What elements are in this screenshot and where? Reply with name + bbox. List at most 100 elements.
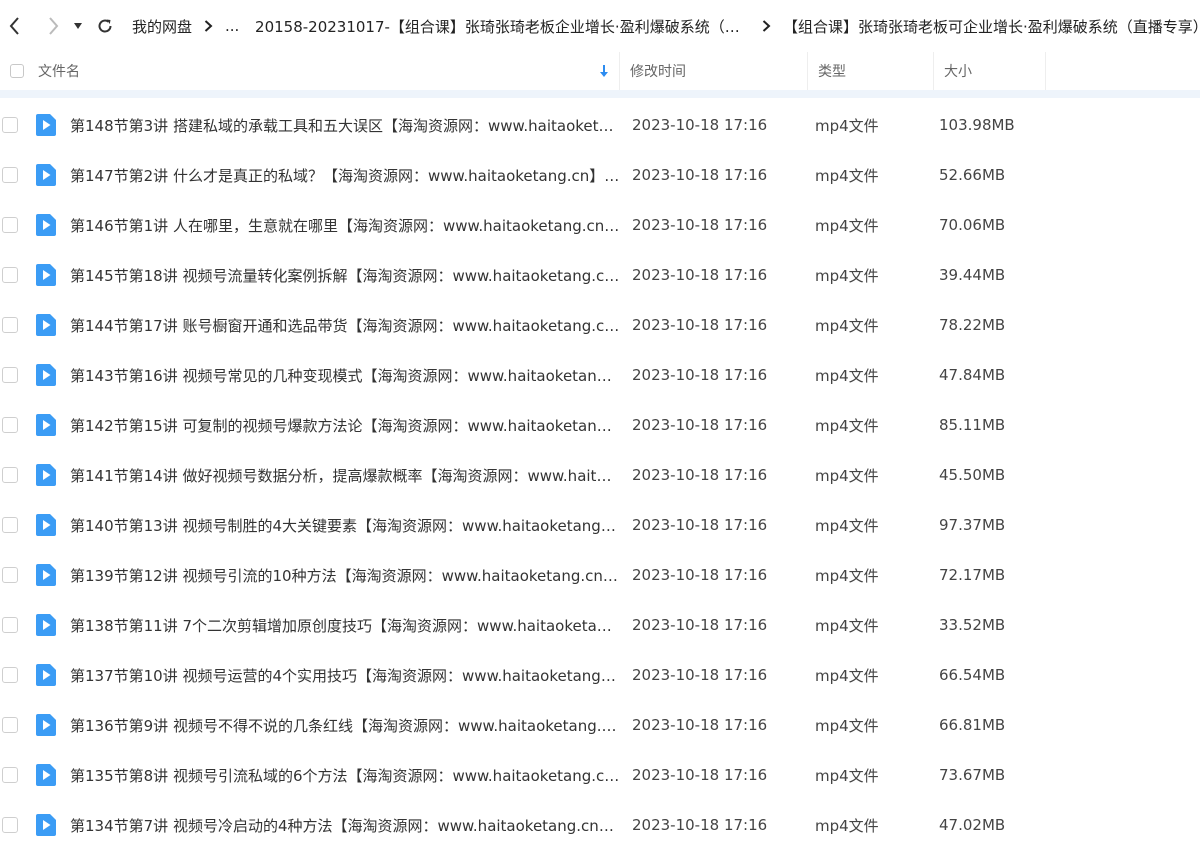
video-file-icon <box>22 813 70 837</box>
video-file-icon <box>22 313 70 337</box>
file-modified-time: 2023-10-18 17:16 <box>632 416 768 434</box>
file-list: 第148节第3讲 搭建私域的承载工具和五大误区【海淘资源网：www.haitao… <box>0 100 1200 850</box>
row-checkbox[interactable] <box>2 367 18 383</box>
file-name[interactable]: 第142节第15讲 可复制的视频号爆款方法论【海淘资源网：www.haitaok… <box>70 415 620 436</box>
file-size: 66.81MB <box>939 716 1006 734</box>
file-row[interactable]: 第145节第18讲 视频号流量转化案例拆解【海淘资源网：www.haitaoke… <box>0 250 1200 300</box>
file-name[interactable]: 第136节第9讲 视频号不得不说的几条红线【海淘资源网：www.haitaoke… <box>70 715 620 736</box>
file-name[interactable]: 第145节第18讲 视频号流量转化案例拆解【海淘资源网：www.haitaoke… <box>70 265 620 286</box>
arrow-left-icon <box>9 17 19 35</box>
breadcrumb-current-folder[interactable]: 【组合课】张琦张琦老板可企业增长·盈利爆破系统（直播专享） <box>783 16 1200 37</box>
history-dropdown-button[interactable] <box>68 11 88 41</box>
video-file-icon <box>22 213 70 237</box>
file-row[interactable]: 第136节第9讲 视频号不得不说的几条红线【海淘资源网：www.haitaoke… <box>0 700 1200 750</box>
file-type: mp4文件 <box>815 666 879 685</box>
file-row[interactable]: 第147节第2讲 什么才是真正的私域？【海淘资源网：www.haitaoketa… <box>0 150 1200 200</box>
row-checkbox[interactable] <box>2 567 18 583</box>
file-type: mp4文件 <box>815 166 879 185</box>
file-row[interactable]: 第137节第10讲 视频号运营的4个实用技巧【海淘资源网：www.haitaok… <box>0 650 1200 700</box>
column-header-size[interactable]: 大小 <box>934 52 1046 90</box>
caret-down-icon <box>74 23 82 29</box>
video-file-icon <box>22 463 70 487</box>
file-type: mp4文件 <box>815 266 879 285</box>
file-size: 52.66MB <box>939 166 1006 184</box>
breadcrumb-parent-folder[interactable]: 20158-20231017-【组合课】张琦张琦老板企业增长·盈利爆破系统（直播… <box>255 16 750 37</box>
select-all-checkbox[interactable] <box>10 64 24 78</box>
row-checkbox[interactable] <box>2 417 18 433</box>
column-header-type[interactable]: 类型 <box>808 52 934 90</box>
column-header-name[interactable]: 文件名 <box>34 52 620 90</box>
file-row[interactable]: 第140节第13讲 视频号制胜的4大关键要素【海淘资源网：www.haitaok… <box>0 500 1200 550</box>
file-name[interactable]: 第141节第14讲 做好视频号数据分析，提高爆款概率【海淘资源网：www.hai… <box>70 465 620 486</box>
file-row[interactable]: 第141节第14讲 做好视频号数据分析，提高爆款概率【海淘资源网：www.hai… <box>0 450 1200 500</box>
back-button[interactable] <box>0 11 30 41</box>
row-checkbox[interactable] <box>2 517 18 533</box>
file-row[interactable]: 第148节第3讲 搭建私域的承载工具和五大误区【海淘资源网：www.haitao… <box>0 100 1200 150</box>
file-type: mp4文件 <box>815 416 879 435</box>
arrow-right-icon <box>49 17 59 35</box>
file-modified-time: 2023-10-18 17:16 <box>632 716 768 734</box>
file-size: 72.17MB <box>939 566 1006 584</box>
list-top-band <box>0 90 1200 98</box>
file-type: mp4文件 <box>815 116 879 135</box>
sort-down-arrow-icon[interactable] <box>599 64 609 78</box>
video-file-icon <box>22 763 70 787</box>
row-checkbox[interactable] <box>2 817 18 833</box>
file-row[interactable]: 第139节第12讲 视频号引流的10种方法【海淘资源网：www.haitaoke… <box>0 550 1200 600</box>
file-name[interactable]: 第144节第17讲 账号橱窗开通和选品带货【海淘资源网：www.haitaoke… <box>70 315 620 336</box>
file-name[interactable]: 第146节第1讲 人在哪里，生意就在哪里【海淘资源网：www.haitaoket… <box>70 215 620 236</box>
toolbar: 我的网盘 ... 20158-20231017-【组合课】张琦张琦老板企业增长·… <box>0 0 1200 52</box>
file-size: 73.67MB <box>939 766 1006 784</box>
file-name[interactable]: 第148节第3讲 搭建私域的承载工具和五大误区【海淘资源网：www.haitao… <box>70 115 620 136</box>
video-file-icon <box>22 513 70 537</box>
forward-button[interactable] <box>38 11 68 41</box>
file-row[interactable]: 第134节第7讲 视频号冷启动的4种方法【海淘资源网：www.haitaoket… <box>0 800 1200 850</box>
breadcrumb-ellipsis[interactable]: ... <box>225 17 239 35</box>
file-name[interactable]: 第139节第12讲 视频号引流的10种方法【海淘资源网：www.haitaoke… <box>70 565 620 586</box>
file-row[interactable]: 第135节第8讲 视频号引流私域的6个方法【海淘资源网：www.haitaoke… <box>0 750 1200 800</box>
chevron-right-icon <box>762 20 771 32</box>
breadcrumb-root[interactable]: 我的网盘 <box>132 16 192 37</box>
file-modified-time: 2023-10-18 17:16 <box>632 366 768 384</box>
file-modified-time: 2023-10-18 17:16 <box>632 516 768 534</box>
file-size: 85.11MB <box>939 416 1006 434</box>
file-type: mp4文件 <box>815 816 879 835</box>
row-checkbox[interactable] <box>2 767 18 783</box>
file-name[interactable]: 第140节第13讲 视频号制胜的4大关键要素【海淘资源网：www.haitaok… <box>70 515 620 536</box>
file-name[interactable]: 第143节第16讲 视频号常见的几种变现模式【海淘资源网：www.haitaok… <box>70 365 620 386</box>
file-type: mp4文件 <box>815 216 879 235</box>
row-checkbox[interactable] <box>2 467 18 483</box>
file-modified-time: 2023-10-18 17:16 <box>632 116 768 134</box>
file-row[interactable]: 第146节第1讲 人在哪里，生意就在哪里【海淘资源网：www.haitaoket… <box>0 200 1200 250</box>
file-type: mp4文件 <box>815 466 879 485</box>
file-row[interactable]: 第142节第15讲 可复制的视频号爆款方法论【海淘资源网：www.haitaok… <box>0 400 1200 450</box>
file-row[interactable]: 第138节第11讲 7个二次剪辑增加原创度技巧【海淘资源网：www.haitao… <box>0 600 1200 650</box>
file-modified-time: 2023-10-18 17:16 <box>632 316 768 334</box>
row-checkbox[interactable] <box>2 717 18 733</box>
file-row[interactable]: 第144节第17讲 账号橱窗开通和选品带货【海淘资源网：www.haitaoke… <box>0 300 1200 350</box>
file-name[interactable]: 第138节第11讲 7个二次剪辑增加原创度技巧【海淘资源网：www.haitao… <box>70 615 620 636</box>
refresh-button[interactable] <box>90 11 120 41</box>
file-name[interactable]: 第135节第8讲 视频号引流私域的6个方法【海淘资源网：www.haitaoke… <box>70 765 620 786</box>
row-checkbox[interactable] <box>2 317 18 333</box>
file-row[interactable]: 第143节第16讲 视频号常见的几种变现模式【海淘资源网：www.haitaok… <box>0 350 1200 400</box>
file-type: mp4文件 <box>815 566 879 585</box>
row-checkbox[interactable] <box>2 267 18 283</box>
file-modified-time: 2023-10-18 17:16 <box>632 816 768 834</box>
file-size: 97.37MB <box>939 516 1006 534</box>
row-checkbox[interactable] <box>2 617 18 633</box>
video-file-icon <box>22 363 70 387</box>
row-checkbox[interactable] <box>2 667 18 683</box>
row-checkbox[interactable] <box>2 167 18 183</box>
row-checkbox[interactable] <box>2 117 18 133</box>
file-name[interactable]: 第137节第10讲 视频号运营的4个实用技巧【海淘资源网：www.haitaok… <box>70 665 620 686</box>
file-size: 47.02MB <box>939 816 1006 834</box>
column-header-time[interactable]: 修改时间 <box>620 52 808 90</box>
file-size: 33.52MB <box>939 616 1006 634</box>
file-size: 78.22MB <box>939 316 1006 334</box>
row-checkbox[interactable] <box>2 217 18 233</box>
file-name[interactable]: 第147节第2讲 什么才是真正的私域？【海淘资源网：www.haitaoketa… <box>70 165 620 186</box>
file-type: mp4文件 <box>815 316 879 335</box>
file-type: mp4文件 <box>815 616 879 635</box>
file-name[interactable]: 第134节第7讲 视频号冷启动的4种方法【海淘资源网：www.haitaoket… <box>70 815 620 836</box>
